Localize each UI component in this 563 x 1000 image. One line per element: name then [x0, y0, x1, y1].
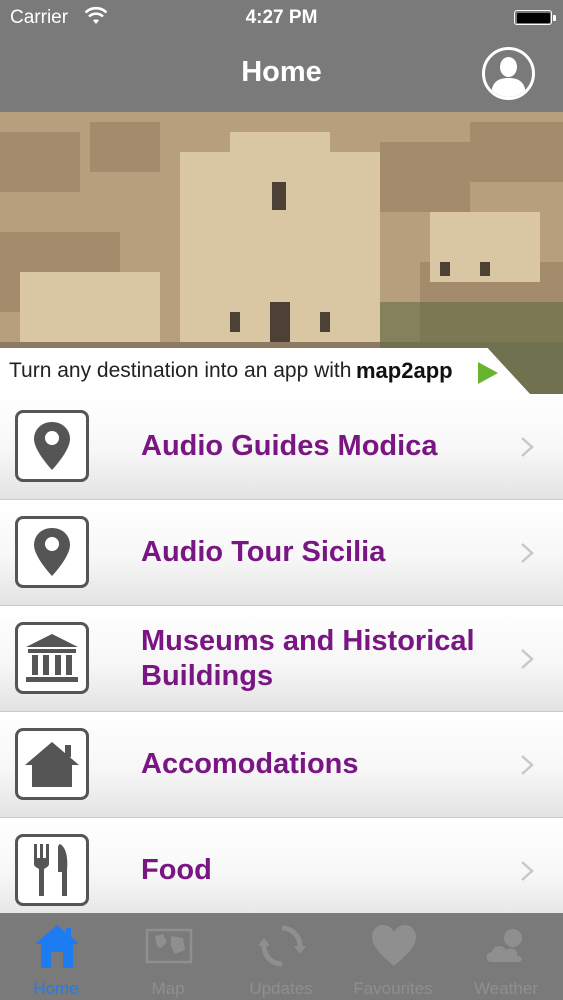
map-pin-icon	[15, 410, 89, 482]
chevron-right-icon	[521, 543, 534, 563]
battery-icon	[514, 10, 556, 25]
chevron-right-icon	[521, 649, 534, 669]
menu-item-label: Audio Tour Sicilia	[141, 536, 386, 568]
page-title: Home	[241, 56, 322, 88]
heart-icon	[372, 925, 416, 966]
status-time: 4:27 PM	[245, 7, 318, 28]
tab-updates[interactable]: Updates	[225, 913, 337, 1000]
menu-item-food[interactable]: Food	[0, 818, 563, 924]
weather-icon	[486, 929, 522, 962]
status-bar: Carrier 4:27 PM	[0, 0, 563, 36]
tab-label: Updates	[249, 979, 313, 998]
tab-weather[interactable]: Weather	[450, 913, 562, 1000]
tab-bar: Home Map Updates Favourites Weather	[0, 913, 563, 1000]
menu-item-audio-guides-modica[interactable]: Audio Guides Modica	[0, 394, 563, 500]
menu-item-label: Audio Guides Modica	[141, 430, 438, 462]
header-bar: Carrier 4:27 PM Home	[0, 0, 563, 112]
fork-knife-icon	[15, 834, 89, 906]
banner-caption: Turn any destination into an app with	[9, 359, 352, 382]
menu-item-audio-tour-sicilia[interactable]: Audio Tour Sicilia	[0, 500, 563, 606]
tab-label: Favourites	[353, 979, 433, 998]
refresh-icon	[258, 925, 306, 967]
tab-label: Map	[151, 979, 185, 998]
chevron-right-icon	[521, 755, 534, 775]
tab-home[interactable]: Home	[0, 913, 112, 1000]
menu-item-museums[interactable]: Museums and Historical Buildings	[0, 606, 563, 712]
map-icon	[145, 928, 193, 964]
menu-item-label: Food	[141, 854, 212, 886]
profile-button[interactable]	[482, 47, 535, 100]
tab-favourites[interactable]: Favourites	[337, 913, 449, 1000]
menu-item-accomodations[interactable]: Accomodations	[0, 712, 563, 818]
tab-label: Home	[33, 979, 79, 998]
chevron-right-icon	[521, 861, 534, 881]
home-icon	[35, 925, 79, 968]
house-icon	[15, 728, 89, 800]
chevron-right-icon	[521, 437, 534, 457]
banner-brand: map2app	[356, 358, 453, 383]
map-pin-icon	[15, 516, 89, 588]
museum-icon	[15, 622, 89, 694]
tab-label: Weather	[474, 979, 538, 998]
tab-map[interactable]: Map	[112, 913, 224, 1000]
menu-item-label: Accomodations	[141, 748, 359, 780]
menu-item-label: Museums and Historical Buildings	[141, 624, 475, 692]
menu-list: Audio Guides Modica Audio Tour Sicilia M…	[0, 394, 563, 924]
play-arrow-icon	[478, 362, 498, 384]
user-icon	[491, 57, 526, 97]
